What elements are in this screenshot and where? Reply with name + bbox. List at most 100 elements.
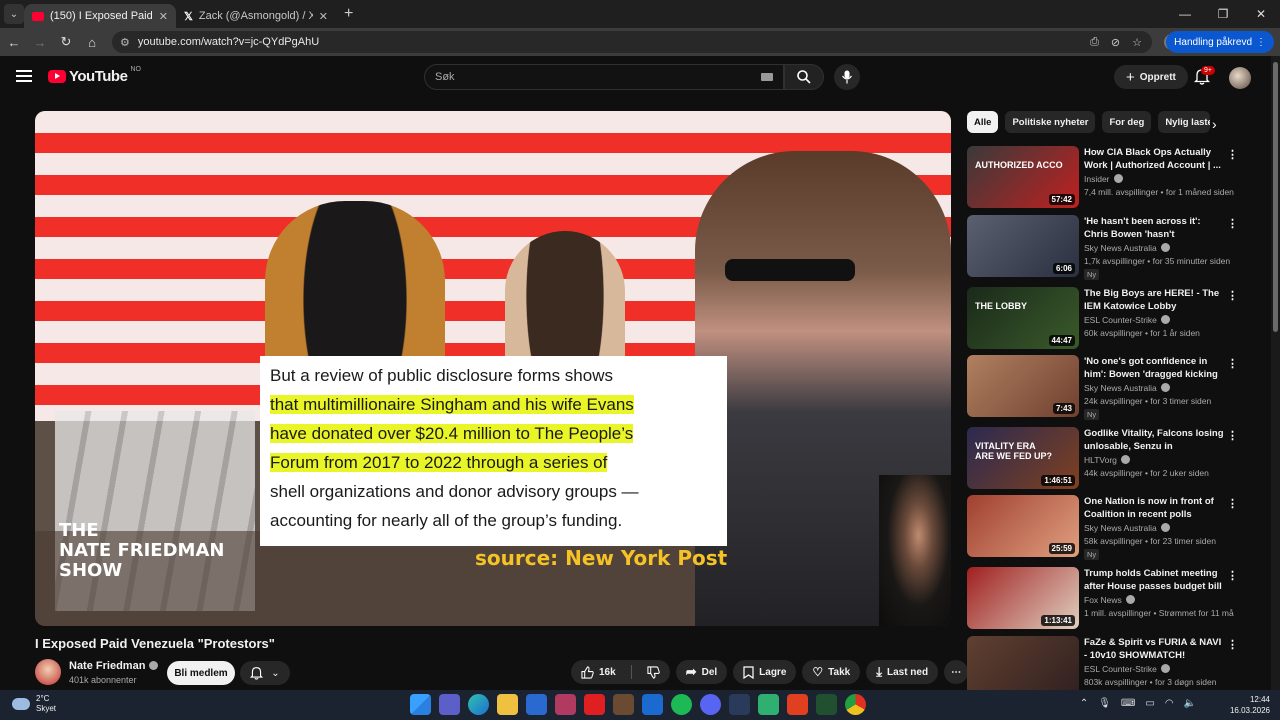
forward-icon[interactable]: → [28,35,52,50]
search-input[interactable]: Søk [424,64,784,90]
video-player[interactable]: THE NATE FRIEDMAN SHOW But a review of p… [35,111,951,626]
youtube-app-icon[interactable] [584,694,605,715]
video-thumbnail[interactable]: 6:06 [967,215,1079,277]
recommendation-channel[interactable]: Sky News Australia [1084,383,1170,393]
keyboard-icon[interactable]: ⌨ [1121,698,1135,709]
video-thumbnail[interactable]: VITALITY ERA ARE WE FED UP? 1:46:51 [967,427,1079,489]
video-thumbnail[interactable] [967,636,1079,698]
store-icon[interactable] [526,694,547,715]
maximize-icon[interactable]: ❐ [1204,0,1242,28]
start-menu-icon[interactable] [410,694,431,715]
more-actions-button[interactable]: ⋯ [944,660,969,684]
discord-icon[interactable] [700,694,721,715]
profile-button[interactable]: Handling påkrevd ⋮ [1166,31,1274,53]
tab-search-button[interactable]: ⌄ [4,4,24,24]
recommendation-item[interactable]: 25:59 One Nation is now in front of Coali… [967,495,1257,560]
recommendation-channel[interactable]: Fox News [1084,595,1135,605]
site-info-icon[interactable]: ⚙ [120,36,130,49]
channel-name[interactable]: Nate Friedman [69,660,159,672]
install-app-icon[interactable]: ⎙ [1090,36,1099,49]
save-button[interactable]: Lagre [733,660,797,684]
recommendation-title[interactable]: 'He hasn't been across it': Chris Bowen … [1084,215,1224,241]
recommendation-channel[interactable]: Insider [1084,174,1123,184]
recommendation-item[interactable]: VITALITY ERA ARE WE FED UP? 1:46:51 Godlik… [967,427,1257,491]
join-button[interactable]: Bli medlem [167,661,235,685]
clock[interactable]: 12:44 16.03.2026 [1230,694,1270,716]
reload-icon[interactable]: ↻ [54,34,78,50]
recommendation-item[interactable]: THE LOBBY 44:47 The Big Boys are HERE! - T… [967,287,1257,351]
video-thumbnail[interactable]: THE LOBBY 44:47 [967,287,1079,349]
more-options-icon[interactable]: ⋮ [1227,638,1238,651]
more-options-icon[interactable]: ⋮ [1227,289,1238,302]
app-icon[interactable] [613,694,634,715]
back-icon[interactable]: ← [2,35,26,50]
download-button[interactable]: ⤓ Last ned [866,660,939,684]
wifi-icon[interactable]: ◠ [1165,698,1174,709]
recommendation-title[interactable]: One Nation is now in front of Coalition … [1084,495,1224,521]
more-options-icon[interactable]: ⋮ [1227,429,1238,442]
home-icon[interactable]: ⌂ [80,35,104,50]
chip-political-news[interactable]: Politiske nyheter [1005,111,1096,133]
tracking-protection-icon[interactable]: ⊘ [1111,36,1120,49]
recommendation-item[interactable]: 6:06 'He hasn't been across it': Chris Bo… [967,215,1257,280]
recommendation-channel[interactable]: HLTVorg [1084,455,1130,465]
recommendation-item[interactable]: AUTHORIZED ACCO 57:42 How CIA Black Ops Ac… [967,146,1257,210]
app-icon[interactable] [758,694,779,715]
recommendation-item[interactable]: 1:13:41 Trump holds Cabinet meeting after… [967,567,1257,631]
share-button[interactable]: ➦ Del [675,660,728,684]
close-window-icon[interactable]: ✕ [1242,0,1280,28]
more-options-icon[interactable]: ⋮ [1227,569,1238,582]
scrollbar-thumb[interactable] [1273,62,1278,332]
video-thumbnail[interactable]: 1:13:41 [967,567,1079,629]
recommendation-title[interactable]: How CIA Black Ops Actually Work | Author… [1084,146,1224,172]
chevron-right-icon[interactable]: › [1212,116,1217,132]
minimize-icon[interactable]: — [1166,0,1204,28]
file-explorer-icon[interactable] [497,694,518,715]
dislike-button[interactable] [637,660,670,684]
recommendation-title[interactable]: The Big Boys are HERE! - The IEM Katowic… [1084,287,1224,313]
close-tab-icon[interactable]: ✕ [159,10,168,23]
menu-icon[interactable] [16,70,32,85]
address-bar[interactable]: ⚙ youtube.com/watch?v=jc-QYdPgAhU ⎙ ⊘ ☆ [112,31,1152,53]
tab-x[interactable]: 𝕏 Zack (@Asmongold) / X ✕ [176,4,336,28]
video-thumbnail[interactable]: 25:59 [967,495,1079,557]
search-button[interactable] [784,64,824,90]
voice-search-button[interactable] [834,64,860,90]
recommendation-title[interactable]: Godlike Vitality, Falcons losing unlosab… [1084,427,1224,453]
channel-avatar[interactable] [35,659,61,685]
spotify-icon[interactable] [671,694,692,715]
recommendation-channel[interactable]: Sky News Australia [1084,243,1170,253]
microphone-icon[interactable]: 🎙 [1098,698,1111,709]
more-options-icon[interactable]: ⋮ [1227,497,1238,510]
recommendation-title[interactable]: 'No one's got confidence in him': Bowen … [1084,355,1224,381]
thanks-button[interactable]: ♡ Takk [802,660,861,684]
display-icon[interactable]: ▭ [1145,698,1154,709]
app-icon[interactable] [816,694,837,715]
chip-for-you[interactable]: For deg [1102,111,1152,133]
new-tab-button[interactable]: + [344,5,353,23]
weather-widget[interactable]: 2°C Skyet [12,694,56,714]
more-options-icon[interactable]: ⋮ [1227,148,1238,161]
chrome-icon[interactable] [845,694,866,715]
chip-all[interactable]: Alle [967,111,999,133]
subscription-button[interactable]: ⌄ [240,661,290,685]
keyboard-icon[interactable] [761,73,773,81]
like-button[interactable]: 16k [571,660,626,684]
youtube-logo[interactable]: YouTube NO [48,66,141,85]
chip-recently-uploaded[interactable]: Nylig lastet [1158,111,1211,133]
app-icon[interactable] [555,694,576,715]
close-tab-icon[interactable]: ✕ [319,10,328,23]
create-button[interactable]: + Opprett [1114,65,1188,89]
teams-icon[interactable] [439,694,460,715]
recommendation-title[interactable]: FaZe & Spirit vs FURIA & NAVI - 10v10 SH… [1084,636,1224,662]
bookmark-star-icon[interactable]: ☆ [1132,36,1142,49]
account-avatar[interactable] [1229,67,1251,89]
recommendation-item[interactable]: 7:43 'No one's got confidence in him': Bo… [967,355,1257,420]
recommendation-channel[interactable]: ESL Counter-Strike [1084,664,1170,674]
more-options-icon[interactable]: ⋮ [1227,217,1238,230]
edge-icon[interactable] [468,694,489,715]
recommendation-channel[interactable]: Sky News Australia [1084,523,1170,533]
video-thumbnail[interactable]: 7:43 [967,355,1079,417]
volume-icon[interactable]: 🔈 [1184,698,1196,709]
chevron-up-icon[interactable]: ⌃ [1080,698,1088,709]
